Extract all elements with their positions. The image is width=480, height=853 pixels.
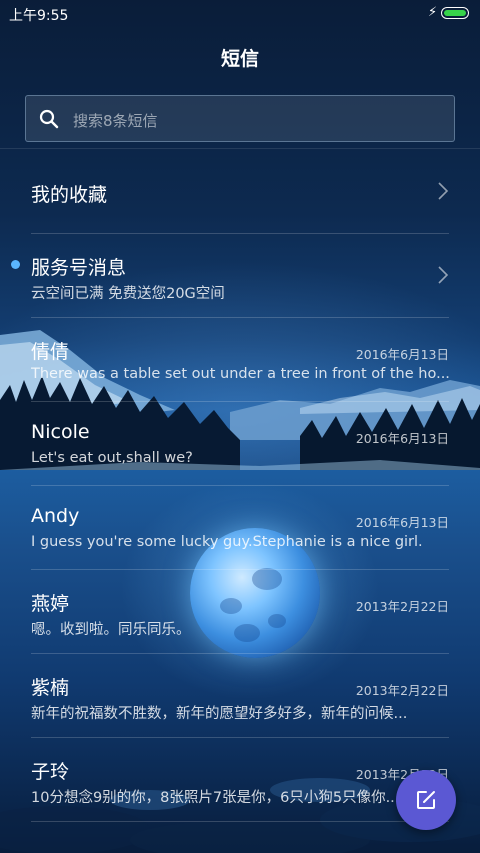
list-item-conversation[interactable]: Andy 2016年6月13日 I guess you're some luck…: [0, 486, 480, 570]
conversation-snippet: 10分想念9别的你，8张照片7张是你，6只小狗5只像你...: [31, 790, 400, 806]
conversation-date: 2016年6月13日: [355, 431, 449, 446]
conversation-date: 2016年6月13日: [355, 515, 449, 530]
conversation-name: 我的收藏: [31, 184, 108, 206]
conversation-snippet: There was a table set out under a tree i…: [31, 366, 449, 382]
unread-dot: [11, 260, 20, 269]
compose-button[interactable]: [396, 770, 456, 830]
status-time: 上午9:55: [9, 8, 69, 24]
status-bar: 上午9:55 ⚡: [0, 0, 480, 28]
conversation-snippet: 新年的祝福数不胜数，新年的愿望好多好多，新年的问候...: [31, 706, 408, 722]
conversation-snippet: 嗯。收到啦。同乐同乐。: [31, 622, 191, 638]
list-item-conversation[interactable]: 燕婷 2013年2月22日 嗯。收到啦。同乐同乐。: [0, 570, 480, 654]
search-icon: [39, 109, 59, 129]
conversation-snippet: I guess you're some lucky guy.Stephanie …: [31, 534, 423, 550]
conversation-name: Nicole: [31, 421, 90, 443]
list-item-conversation[interactable]: 紫楠 2013年2月22日 新年的祝福数不胜数，新年的愿望好多好多，新年的问候.…: [0, 654, 480, 738]
list-item-favorites[interactable]: 我的收藏: [0, 150, 480, 234]
list-item-conversation[interactable]: Nicole 2016年6月13日 Let's eat out,shall we…: [0, 402, 480, 486]
conversation-date: 2013年2月22日: [355, 683, 449, 698]
list-item-service-messages[interactable]: 服务号消息 云空间已满 免费送您20G空间: [0, 234, 480, 318]
compose-icon: [417, 791, 435, 809]
chevron-right-icon: [438, 182, 449, 200]
conversation-name: 紫楠: [31, 677, 70, 699]
chevron-right-icon: [438, 266, 449, 284]
conversation-snippet: 云空间已满 免费送您20G空间: [31, 286, 225, 302]
conversation-name: Andy: [31, 505, 80, 527]
search-placeholder: 搜索8条短信: [73, 112, 158, 130]
page-title: 短信: [220, 48, 259, 70]
charging-bolt-icon: ⚡: [428, 5, 438, 20]
battery-icon: [441, 7, 469, 19]
divider: [0, 148, 480, 149]
conversation-snippet: Let's eat out,shall we?: [31, 450, 193, 466]
conversation-date: 2016年6月13日: [355, 347, 449, 362]
conversation-name: 子玲: [31, 761, 70, 783]
search-input[interactable]: 搜索8条短信: [25, 95, 455, 142]
list-item-conversation[interactable]: 倩倩 2016年6月13日 There was a table set out …: [0, 318, 480, 402]
conversation-name: 服务号消息: [31, 257, 127, 279]
conversation-name: 倩倩: [31, 341, 70, 363]
conversation-name: 燕婷: [31, 593, 70, 615]
conversation-date: 2013年2月22日: [355, 599, 449, 614]
